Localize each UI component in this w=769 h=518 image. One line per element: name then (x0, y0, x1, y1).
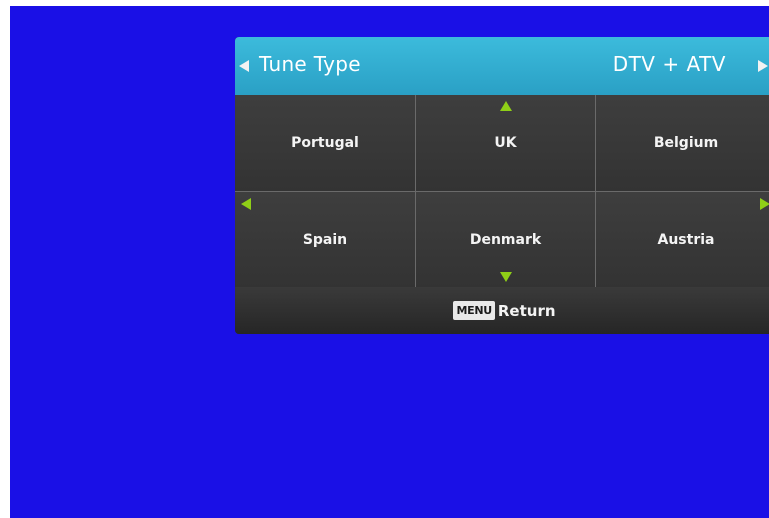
country-label: Spain (302, 232, 348, 248)
menu-footer: MENU Return (235, 287, 769, 334)
country-selection-menu: Tune Type DTV + ATV Portugal UK Belgium … (235, 37, 769, 334)
down-arrow-icon (499, 272, 512, 282)
country-item-belgium[interactable]: Belgium (596, 95, 769, 191)
country-label: Austria (657, 232, 715, 248)
country-label: Belgium (653, 135, 719, 151)
country-item-denmark[interactable]: Denmark (416, 192, 595, 288)
right-arrow-icon (760, 198, 769, 210)
up-arrow-icon (499, 101, 512, 111)
country-item-austria[interactable]: Austria (596, 192, 769, 288)
country-item-uk[interactable]: UK (416, 95, 595, 191)
country-label: UK (494, 135, 517, 151)
right-arrow-icon[interactable] (758, 60, 768, 72)
tv-screen: Tune Type DTV + ATV Portugal UK Belgium … (10, 6, 769, 518)
tune-type-value: DTV + ATV (612, 52, 726, 76)
left-arrow-icon[interactable] (239, 60, 249, 72)
country-label: Denmark (469, 232, 542, 248)
country-item-spain[interactable]: Spain (235, 192, 415, 288)
left-arrow-icon (241, 198, 251, 210)
country-item-portugal[interactable]: Portugal (235, 95, 415, 191)
tune-type-label: Tune Type (259, 52, 361, 76)
tune-type-selector[interactable]: Tune Type DTV + ATV (235, 37, 769, 95)
country-grid: Portugal UK Belgium Spain Denmark Austri… (235, 95, 769, 288)
country-label: Portugal (291, 135, 359, 151)
return-label[interactable]: Return (498, 302, 556, 320)
menu-key-badge: MENU (453, 301, 495, 320)
